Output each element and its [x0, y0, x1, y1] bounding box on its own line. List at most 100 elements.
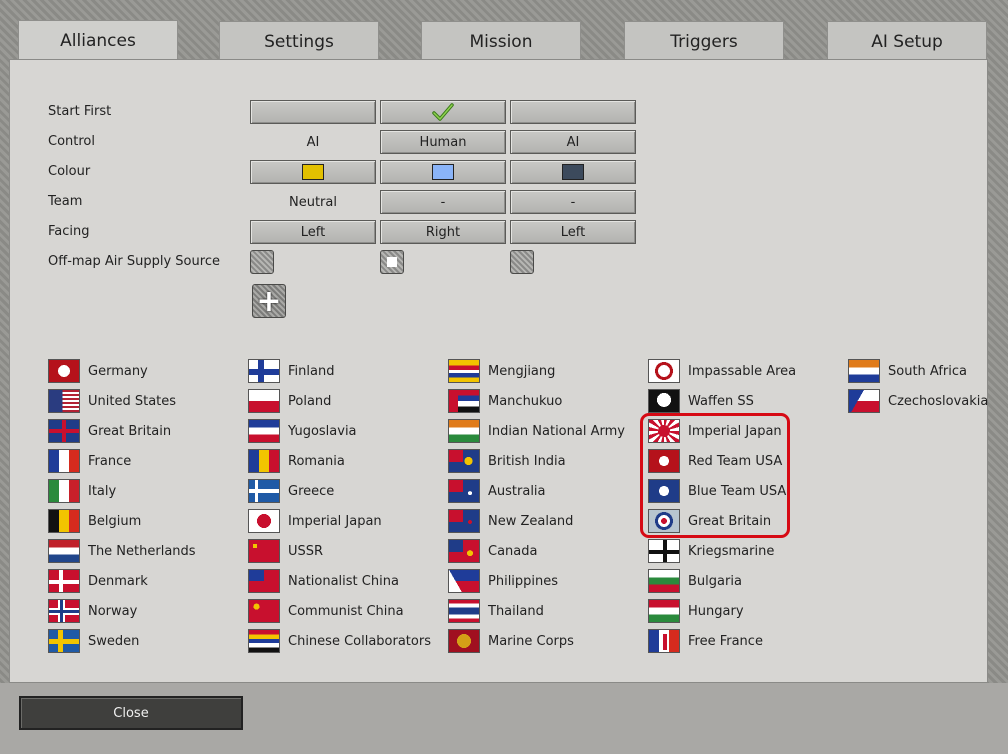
flag-item[interactable]: Yugoslavia — [248, 418, 357, 444]
flag-item[interactable]: Philippines — [448, 568, 558, 594]
flag-label: Germany — [88, 363, 148, 379]
flag-label: Yugoslavia — [288, 423, 357, 439]
netherlands-flag-icon — [48, 539, 80, 563]
greece-flag-icon — [248, 479, 280, 503]
finland-flag-icon — [248, 359, 280, 383]
tab-label: Settings — [264, 31, 334, 52]
flag-label: Thailand — [488, 603, 544, 619]
flag-item[interactable]: British India — [448, 448, 566, 474]
flag-item[interactable]: Belgium — [48, 508, 141, 534]
flag-item[interactable]: Thailand — [448, 598, 544, 624]
tab-mission[interactable]: Mission — [421, 21, 581, 61]
checkmark-icon — [432, 103, 454, 121]
facing-button[interactable]: Left — [250, 220, 376, 244]
flag-item[interactable]: Czechoslovakia — [848, 388, 988, 414]
add-side-button[interactable]: + — [252, 284, 286, 319]
australia-flag-icon — [448, 479, 480, 503]
flag-item[interactable]: Imperial Japan — [248, 508, 382, 534]
close-button[interactable]: Close — [19, 696, 243, 730]
control-button[interactable]: Human — [380, 130, 506, 154]
tab-settings[interactable]: Settings — [219, 21, 379, 61]
flag-label: Italy — [88, 483, 117, 499]
tab-alliances[interactable]: Alliances — [18, 20, 178, 60]
airsupply-toggle[interactable] — [380, 250, 404, 274]
colour-swatch — [432, 164, 454, 180]
airsupply-toggle[interactable] — [510, 250, 534, 274]
flag-item[interactable]: Hungary — [648, 598, 744, 624]
belgium-flag-icon — [48, 509, 80, 533]
control-text: AI — [566, 134, 580, 150]
flag-item[interactable]: Impassable Area — [648, 358, 796, 384]
france-flag-icon — [48, 449, 80, 473]
flag-item[interactable]: Chinese Collaborators — [248, 628, 431, 654]
flag-label: Indian National Army — [488, 423, 625, 439]
flag-item[interactable]: Indian National Army — [448, 418, 625, 444]
flag-label: Chinese Collaborators — [288, 633, 431, 649]
flag-label: Romania — [288, 453, 345, 469]
south-africa-flag-icon — [848, 359, 880, 383]
flag-label: Norway — [88, 603, 138, 619]
flag-item[interactable]: Marine Corps — [448, 628, 574, 654]
flag-item[interactable]: Free France — [648, 628, 763, 654]
start-first-button[interactable] — [510, 100, 636, 124]
flag-item[interactable]: Manchukuo — [448, 388, 562, 414]
chinese-collaborators-flag-icon — [248, 629, 280, 653]
flag-item[interactable]: Germany — [48, 358, 148, 384]
tab-ai-setup[interactable]: AI Setup — [827, 21, 987, 61]
flag-item[interactable]: Canada — [448, 538, 537, 564]
free-france-flag-icon — [648, 629, 680, 653]
start-first-button[interactable] — [250, 100, 376, 124]
team-button[interactable]: - — [380, 190, 506, 214]
colour-button[interactable] — [380, 160, 506, 184]
flag-item[interactable]: Italy — [48, 478, 116, 504]
flag-item[interactable]: Communist China — [248, 598, 404, 624]
colour-button[interactable] — [510, 160, 636, 184]
facing-text: Left — [300, 224, 326, 240]
start-first-button[interactable] — [380, 100, 506, 124]
flag-item[interactable]: Nationalist China — [248, 568, 399, 594]
skull-icon — [648, 389, 680, 413]
flag-item[interactable]: Great Britain — [48, 418, 171, 444]
flag-item[interactable]: Finland — [248, 358, 334, 384]
flag-item[interactable]: Bulgaria — [648, 568, 742, 594]
flag-item[interactable]: New Zealand — [448, 508, 573, 534]
airsupply-toggle[interactable] — [250, 250, 274, 274]
tab-triggers[interactable]: Triggers — [624, 21, 784, 61]
start-first-label: Start First — [48, 104, 112, 119]
flag-label: Mengjiang — [488, 363, 556, 379]
team-button[interactable]: - — [510, 190, 636, 214]
flag-item[interactable]: USSR — [248, 538, 323, 564]
flag-item[interactable]: Poland — [248, 388, 331, 414]
flag-item[interactable]: Norway — [48, 598, 137, 624]
flag-item[interactable]: Romania — [248, 448, 345, 474]
flag-item[interactable]: France — [48, 448, 131, 474]
flag-label: Communist China — [288, 603, 404, 619]
flag-label: Hungary — [688, 603, 744, 619]
facing-button[interactable]: Right — [380, 220, 506, 244]
colour-button[interactable] — [250, 160, 376, 184]
hungary-flag-icon — [648, 599, 680, 623]
flag-item[interactable]: South Africa — [848, 358, 967, 384]
flag-item[interactable]: Sweden — [48, 628, 139, 654]
flag-item[interactable]: The Netherlands — [48, 538, 196, 564]
facing-button[interactable]: Left — [510, 220, 636, 244]
italy-flag-icon — [48, 479, 80, 503]
flag-item[interactable]: Greece — [248, 478, 334, 504]
team-value: Neutral — [250, 190, 376, 214]
control-text: AI — [306, 134, 320, 150]
flag-label: New Zealand — [488, 513, 574, 529]
bulgaria-flag-icon — [648, 569, 680, 593]
flag-label: Kriegsmarine — [688, 543, 775, 559]
flag-item[interactable]: Kriegsmarine — [648, 538, 774, 564]
colour-swatch — [562, 164, 584, 180]
facing-label: Facing — [48, 224, 90, 239]
flag-item[interactable]: Mengjiang — [448, 358, 555, 384]
flag-label: Australia — [488, 483, 546, 499]
flag-label: Canada — [488, 543, 538, 559]
flag-item[interactable]: United States — [48, 388, 176, 414]
flag-item[interactable]: Australia — [448, 478, 546, 504]
control-button[interactable]: AI — [510, 130, 636, 154]
flag-label: Denmark — [88, 573, 148, 589]
flag-item[interactable]: Waffen SS — [648, 388, 754, 414]
flag-item[interactable]: Denmark — [48, 568, 148, 594]
